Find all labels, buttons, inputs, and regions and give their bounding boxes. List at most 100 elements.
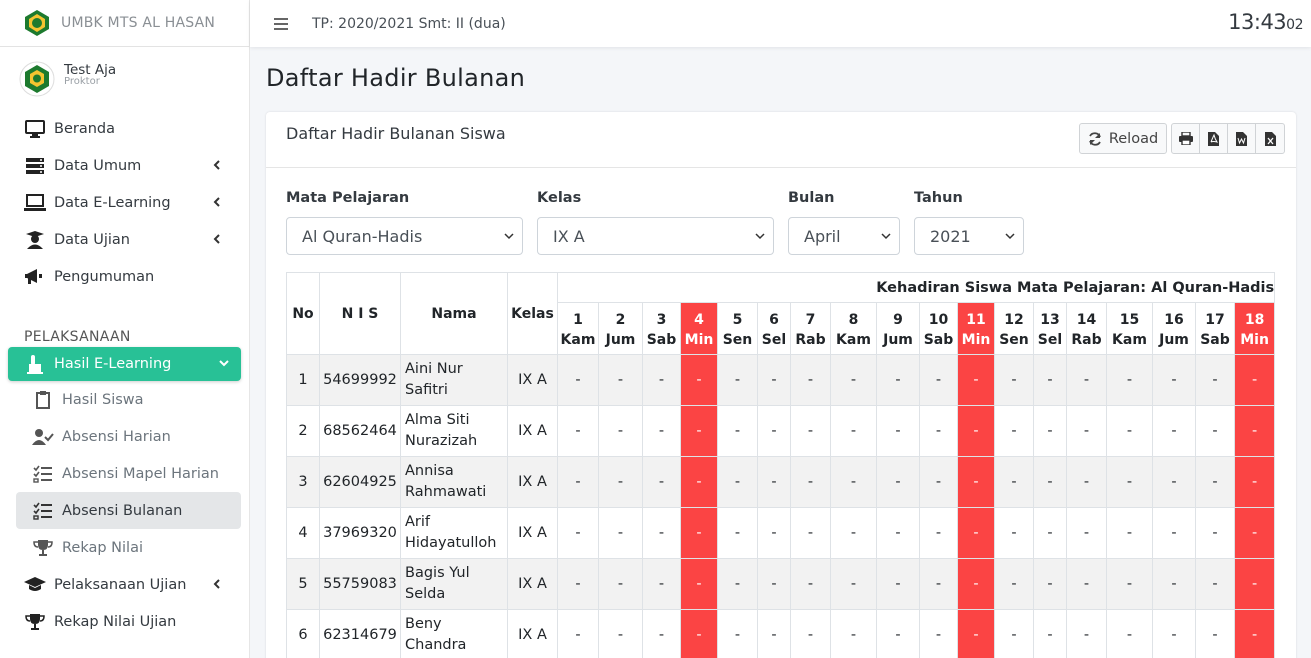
table-row: 4 37969320 Arif Hidayatulloh IX A----------… <box>286 507 1276 559</box>
attendance-cell: - <box>1233 558 1276 610</box>
attendance-cell: - <box>1066 558 1107 610</box>
sidebar-item-label: Pengumuman <box>54 268 155 285</box>
attendance-cell: - <box>1033 456 1067 508</box>
attendance-cell: - <box>1152 456 1196 508</box>
sidebar-item-data-umum[interactable]: Data Umum <box>0 147 241 184</box>
sidebar-item-beranda[interactable]: Beranda <box>0 110 241 147</box>
sidebar-item-pelaksanaan-ujian[interactable]: Pelaksanaan Ujian <box>0 566 241 603</box>
header-day-4: 4 Min <box>680 302 718 355</box>
cell-kelas: IX A <box>507 354 558 406</box>
day-weekday: Rab <box>795 331 826 348</box>
day-number: 17 <box>1205 311 1225 328</box>
cell-no: 5 <box>286 558 320 610</box>
attendance-cell: - <box>830 507 877 559</box>
cell-no: 4 <box>286 507 320 559</box>
user-panel[interactable]: Test Aja Proktor <box>0 47 249 110</box>
sidebar-item-label: Absensi Bulanan <box>62 502 183 519</box>
attendance-cell: - <box>957 456 995 508</box>
clock-seconds: 02 <box>1286 17 1303 33</box>
bulan-select[interactable]: April <box>788 217 900 255</box>
attendance-cell: - <box>830 558 877 610</box>
attendance-cell: - <box>994 558 1034 610</box>
attendance-cell: - <box>598 507 643 559</box>
attendance-cell: - <box>1066 405 1107 457</box>
reload-label: Reload <box>1108 130 1159 147</box>
attendance-cell: - <box>1106 609 1153 658</box>
attendance-cell: - <box>598 609 643 658</box>
attendance-cell: - <box>642 456 681 508</box>
day-number: 4 <box>694 311 704 328</box>
cell-nis: 37969320 <box>319 507 401 559</box>
reload-button[interactable]: Reload <box>1079 123 1167 154</box>
attendance-cell: - <box>717 609 758 658</box>
day-weekday: Jum <box>1159 331 1189 348</box>
attendance-cell: - <box>830 354 877 406</box>
attendance-cell: - <box>876 405 920 457</box>
tahun-select[interactable]: 2021 <box>914 217 1024 255</box>
cell-nis: 55759083 <box>319 558 401 610</box>
sidebar-item-hasil-elearning[interactable]: Hasil E-Learning <box>8 347 241 381</box>
tasks-icon <box>32 464 54 484</box>
file-excel-icon <box>1264 131 1276 146</box>
attendance-cell: - <box>994 456 1034 508</box>
header-day-17: 17 Sab <box>1195 302 1235 355</box>
export-word-button[interactable] <box>1228 124 1256 153</box>
laptop-icon <box>24 193 46 213</box>
attendance-cell: - <box>876 609 920 658</box>
attendance-cell: - <box>680 405 718 457</box>
mapel-select[interactable]: Al Quran-Hadis <box>286 217 523 255</box>
export-excel-button[interactable] <box>1256 124 1284 153</box>
day-weekday: Sab <box>1200 331 1230 348</box>
hamburger-menu-icon[interactable] <box>274 17 288 30</box>
chevron-left-icon <box>213 579 220 589</box>
attendance-cell: - <box>1195 507 1235 559</box>
sidebar-sub-hasil-siswa[interactable]: Hasil Siswa <box>16 381 241 418</box>
day-number: 11 <box>966 311 986 328</box>
bulan-label: Bulan <box>788 190 835 206</box>
sidebar-item-label: Rekap Nilai Ujian <box>54 613 177 630</box>
day-number: 10 <box>928 311 949 328</box>
attendance-cell: - <box>994 507 1034 559</box>
sidebar-sub-absensi-bulanan[interactable]: Absensi Bulanan <box>16 492 241 529</box>
chevron-left-icon <box>213 197 220 207</box>
print-icon <box>1178 132 1193 145</box>
day-number: 9 <box>893 311 903 328</box>
sidebar-item-pengumuman[interactable]: Pengumuman <box>0 258 241 295</box>
attendance-cell: - <box>876 456 920 508</box>
attendance-cell: - <box>1106 456 1153 508</box>
trophy-icon <box>32 538 54 558</box>
day-weekday: Sel <box>1037 331 1063 348</box>
card-title: Daftar Hadir Bulanan Siswa <box>286 124 506 143</box>
sidebar-item-data-elearning[interactable]: Data E-Learning <box>0 184 241 221</box>
attendance-table-wrapper[interactable]: No N I S Nama Kelas Kehadiran Siswa Mata… <box>286 272 1276 658</box>
day-weekday: Rab <box>1071 331 1102 348</box>
attendance-cell: - <box>876 558 920 610</box>
attendance-cell: - <box>757 405 791 457</box>
sidebar-sub-absensi-mapel-harian[interactable]: Absensi Mapel Harian <box>16 455 241 492</box>
attendance-cell: - <box>790 507 831 559</box>
sidebar-item-label: Hasil E-Learning <box>54 356 172 372</box>
attendance-cell: - <box>557 405 599 457</box>
print-button[interactable] <box>1172 124 1200 153</box>
day-number: 15 <box>1119 311 1140 328</box>
sidebar-item-data-ujian[interactable]: Data Ujian <box>0 221 241 258</box>
clock: 13:4302 <box>1228 10 1303 34</box>
file-word-icon <box>1236 131 1247 146</box>
export-pdf-button[interactable] <box>1200 124 1228 153</box>
sidebar-item-rekap-nilai-ujian[interactable]: Rekap Nilai Ujian <box>0 603 241 640</box>
attendance-cell: - <box>790 558 831 610</box>
brand[interactable]: UMBK MTS AL HASAN <box>0 0 249 47</box>
sidebar-sub-absensi-harian[interactable]: Absensi Harian <box>16 418 241 455</box>
day-weekday: Jum <box>883 331 913 348</box>
sidebar-sub-rekap-nilai[interactable]: Rekap Nilai <box>16 529 241 566</box>
kelas-value: IX A <box>553 226 585 246</box>
topbar: TP: 2020/2021 Smt: II (dua) 13:4302 <box>250 0 1311 47</box>
attendance-cell: - <box>557 609 599 658</box>
day-number: 14 <box>1076 311 1097 328</box>
header-day-12: 12 Sen <box>994 302 1034 355</box>
kelas-select[interactable]: IX A <box>537 217 774 255</box>
tahun-value: 2021 <box>930 226 971 246</box>
attendance-cell: - <box>598 354 643 406</box>
cell-nama: Alma Siti Nurazizah <box>400 405 508 457</box>
day-weekday: Sab <box>923 331 954 348</box>
